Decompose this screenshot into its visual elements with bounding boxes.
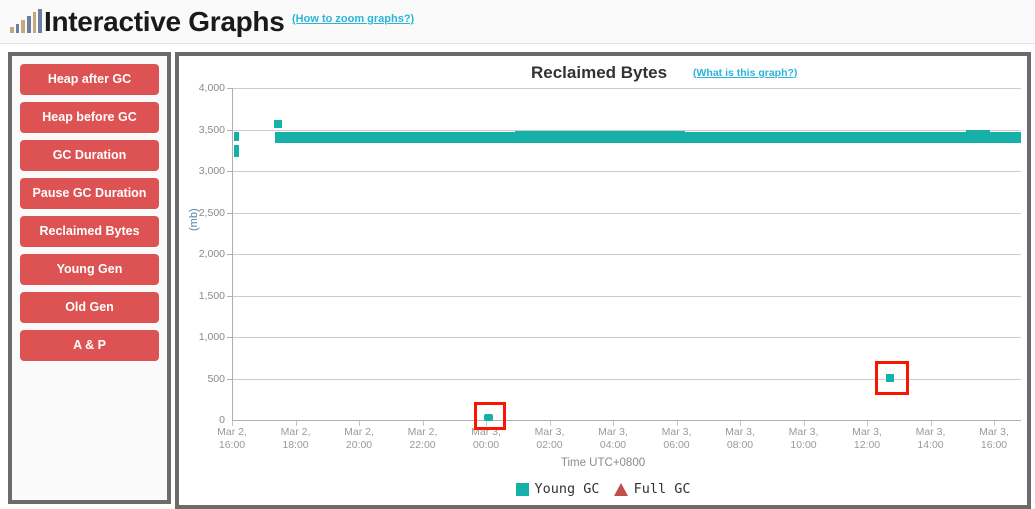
x-ticklabel-0-time: 16:00	[218, 439, 246, 451]
x-ticklabel-3-time: 22:00	[409, 439, 436, 451]
page-header: Interactive Graphs (How to zoom graphs?)	[0, 0, 1035, 44]
x-ticklabel-5: Mar 3, 02:00	[515, 426, 585, 452]
data-band-young-gc	[836, 132, 966, 136]
sidebar-button-heap-after-gc[interactable]: Heap after GC	[20, 64, 159, 95]
y-tickmark-1500	[227, 295, 232, 297]
x-ticklabel-4-time: 00:00	[472, 439, 500, 451]
y-tickmark-1000	[227, 337, 232, 338]
page-title: Interactive Graphs	[44, 6, 285, 37]
x-ticklabel-7-time: 06:00	[663, 439, 690, 451]
sidebar-button-old-gen[interactable]: Old Gen	[20, 292, 159, 323]
y-tickmark-2000	[227, 254, 232, 255]
data-band-young-gc	[685, 132, 859, 136]
chart-panel: Reclaimed Bytes (What is this graph?) (m…	[175, 52, 1031, 509]
x-ticklabel-5-time: 02:00	[536, 439, 563, 451]
highlight-box-2	[875, 361, 909, 395]
data-band-young-gc	[275, 132, 515, 136]
x-ticklabel-12-time: 16:00	[980, 439, 1008, 451]
x-ticklabel-8-date: Mar 3,	[725, 426, 755, 438]
x-ticklabel-8-time: 08:00	[726, 439, 754, 451]
x-ticklabel-3-date: Mar 2,	[407, 426, 438, 438]
sidebar-button-gc-duration[interactable]: GC Duration	[20, 140, 159, 171]
y-ticklabel-4000: 4,000	[198, 82, 225, 94]
x-ticklabel-6-time: 04:00	[599, 439, 627, 451]
data-band-young-gc	[966, 130, 990, 136]
x-ticklabel-5-date: Mar 3,	[534, 426, 565, 438]
gridline-2500	[232, 212, 1021, 214]
y-ticklabel-2000: 2,000	[198, 248, 225, 260]
y-tickmark-500	[227, 378, 232, 380]
x-ticklabel-2-time: 20:00	[345, 439, 373, 451]
y-tickmark-2500	[227, 212, 232, 214]
x-axis-line	[232, 420, 1021, 421]
legend-square-icon	[515, 482, 529, 496]
sidebar-panel: Heap after GC Heap before GC GC Duration…	[8, 52, 171, 504]
x-ticklabel-7: Mar 3, 06:00	[642, 426, 712, 452]
y-ticklabel-3500: 3,500	[198, 123, 225, 136]
x-ticklabel-2-date: Mar 2,	[344, 426, 374, 438]
x-ticklabel-2: Mar 2, 20:00	[324, 426, 394, 452]
data-point-young-gc	[234, 132, 239, 141]
x-ticklabel-7-date: Mar 3,	[661, 426, 692, 438]
legend-item-young-gc[interactable]: Young GC	[515, 481, 600, 497]
plot-area[interactable]: (mb) 4,000 3,500 3,000 2,500 2,000 1,500…	[179, 56, 1027, 505]
legend-item-full-gc[interactable]: Full GC	[613, 481, 691, 497]
data-band-young-gc	[802, 134, 822, 143]
sidebar-button-a-and-p[interactable]: A & P	[20, 330, 159, 361]
x-ticklabel-9-time: 10:00	[790, 439, 817, 451]
y-tickmark-4000	[227, 88, 232, 89]
x-ticklabel-11: Mar 3, 14:00	[896, 426, 966, 452]
data-band-young-gc	[990, 132, 1021, 136]
y-ticklabel-500: 500	[207, 372, 225, 385]
x-ticklabel-11-time: 14:00	[917, 439, 944, 451]
x-ticklabel-9-date: Mar 3,	[788, 426, 819, 438]
sidebar-button-young-gen[interactable]: Young Gen	[20, 254, 159, 285]
y-ticklabel-0: 0	[219, 414, 225, 426]
gridline-4000	[232, 88, 1021, 89]
legend-label-full-gc: Full GC	[633, 481, 691, 497]
y-ticklabel-1500: 1,500	[198, 289, 225, 302]
chart-legend: Young GC Full GC	[179, 481, 1027, 497]
x-ticklabel-6: Mar 3, 04:00	[578, 426, 648, 452]
x-ticklabel-12: Mar 3, 16:00	[959, 426, 1029, 452]
x-ticklabel-10-date: Mar 3,	[852, 426, 882, 438]
x-ticklabel-8: Mar 3, 08:00	[705, 426, 775, 452]
bar-chart-icon	[10, 9, 43, 33]
x-ticklabel-11-date: Mar 3,	[915, 426, 946, 438]
x-ticklabel-9: Mar 3, 10:00	[769, 426, 839, 452]
sidebar-button-pause-gc-duration[interactable]: Pause GC Duration	[20, 178, 159, 209]
y-ticklabel-3000: 3,000	[198, 165, 225, 177]
y-tickmark-3500	[227, 129, 232, 131]
data-point-young-gc	[234, 145, 239, 157]
x-ticklabel-10: Mar 3, 12:00	[832, 426, 902, 452]
x-ticklabel-3: Mar 2, 22:00	[388, 426, 458, 452]
graph-type-button-list: Heap after GC Heap before GC GC Duration…	[12, 56, 167, 361]
page-root: Interactive Graphs (How to zoom graphs?)…	[0, 0, 1035, 509]
sidebar-button-reclaimed-bytes[interactable]: Reclaimed Bytes	[20, 216, 159, 247]
y-ticklabel-2500: 2,500	[198, 206, 225, 219]
x-ticklabel-10-time: 12:00	[853, 439, 881, 451]
y-tickmark-3000	[227, 171, 232, 172]
x-ticklabel-12-date: Mar 3,	[979, 426, 1009, 438]
x-ticklabel-1-time: 18:00	[282, 439, 309, 451]
x-ticklabel-1-date: Mar 2,	[280, 426, 311, 438]
x-ticklabel-6-date: Mar 3,	[598, 426, 628, 438]
x-ticklabel-0-date: Mar 2,	[217, 426, 247, 438]
gridline-3000	[232, 171, 1021, 172]
data-point-young-gc	[274, 120, 282, 128]
legend-label-young-gc: Young GC	[534, 481, 600, 497]
how-to-zoom-graphs-link[interactable]: (How to zoom graphs?)	[292, 13, 414, 25]
highlight-box-1	[474, 402, 506, 430]
sidebar-button-heap-before-gc[interactable]: Heap before GC	[20, 102, 159, 133]
x-ticklabel-1: Mar 2, 18:00	[261, 426, 331, 452]
legend-triangle-icon	[613, 482, 628, 496]
y-ticklabel-1000: 1,000	[198, 331, 225, 343]
gridline-2000	[232, 254, 1021, 255]
gridline-1000	[232, 337, 1021, 338]
data-band-young-gc	[515, 131, 685, 136]
x-ticklabel-0: Mar 2, 16:00	[197, 426, 267, 452]
x-axis-title: Time UTC+0800	[560, 457, 646, 469]
gridline-1500	[232, 295, 1021, 297]
y-axis-line	[232, 88, 233, 421]
